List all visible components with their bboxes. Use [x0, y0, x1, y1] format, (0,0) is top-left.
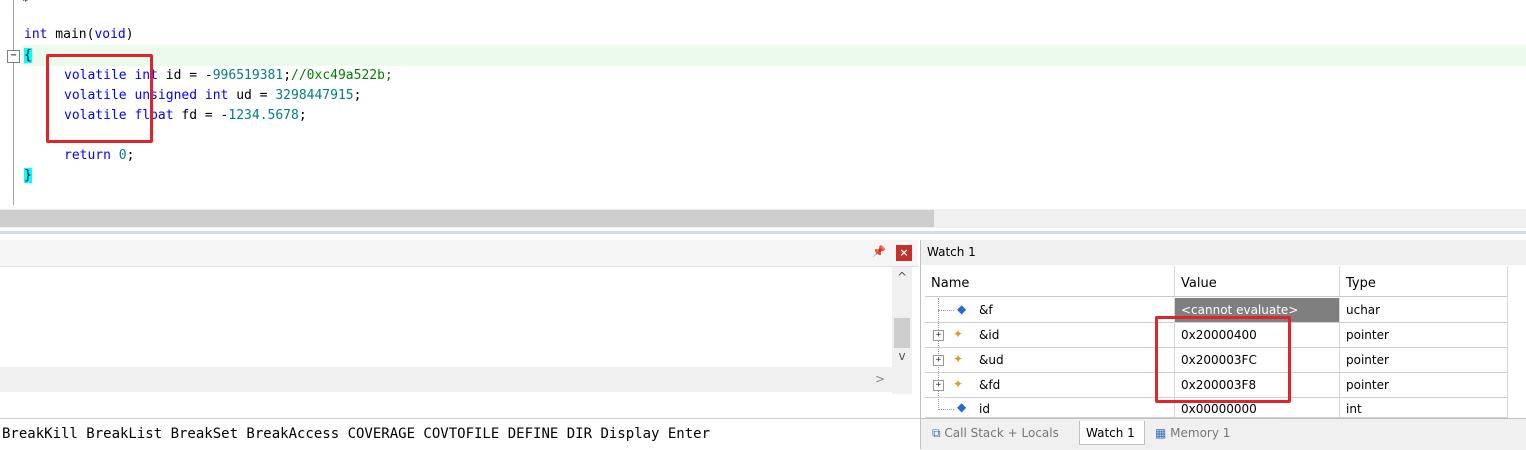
code-text: ;	[298, 108, 307, 123]
memory-icon: ▦	[1155, 426, 1171, 440]
watch-row-type: uchar	[1340, 298, 1508, 323]
code-text: id = -	[157, 68, 213, 83]
keyword: void	[94, 27, 126, 42]
number-literal: 996519381	[212, 68, 284, 83]
current-line-highlight	[22, 45, 1526, 66]
column-header-type[interactable]: Type	[1340, 266, 1508, 297]
code-text: ;	[126, 148, 135, 163]
matched-brace: {	[24, 48, 32, 63]
close-icon[interactable]: ×	[896, 245, 912, 261]
variable-icon: ◆	[957, 302, 967, 316]
keyword: return	[64, 148, 111, 163]
call-stack-icon: ⧉	[932, 426, 945, 440]
address-highlight-box	[1155, 316, 1291, 403]
editor-gutter-line	[13, 0, 14, 205]
watch-row-type: int	[1340, 398, 1508, 418]
matched-brace: }	[24, 168, 32, 183]
code-line-return[interactable]: return 0;	[64, 146, 134, 166]
column-header-value[interactable]: Value	[1175, 266, 1340, 297]
tab-watch-1[interactable]: Watch 1	[1079, 421, 1145, 445]
tab-call-stack-locals[interactable]: ⧉ Call Stack + Locals	[926, 421, 1076, 445]
keyword: int	[24, 27, 48, 42]
expand-icon[interactable]: +	[933, 355, 944, 366]
variable-icon: ◆	[957, 400, 967, 414]
code-text: )	[125, 27, 134, 42]
editor-scroll-thumb[interactable]	[0, 210, 934, 227]
expand-icon[interactable]: +	[933, 330, 944, 341]
scroll-down-icon[interactable]: v	[892, 347, 912, 365]
tab-label: Call Stack + Locals	[944, 426, 1059, 440]
watch-row-type: pointer	[1340, 373, 1508, 398]
tree-line	[938, 409, 954, 410]
command-horizontal-scrollbar[interactable]	[0, 367, 912, 392]
number-literal: 1234.5678	[228, 108, 299, 123]
expand-icon[interactable]: +	[933, 380, 944, 391]
code-text: ;	[353, 88, 362, 103]
comment: //0xc49a522b;	[291, 68, 393, 83]
code-line-open-brace[interactable]: {	[24, 46, 32, 66]
pointer-icon: ✦	[953, 377, 964, 391]
volatile-highlight-box	[46, 54, 153, 143]
watch-row-type: pointer	[1340, 323, 1508, 348]
code-line-close-brace[interactable]: }	[24, 166, 32, 186]
tab-label: Memory 1	[1170, 426, 1231, 440]
code-text: main(	[47, 27, 95, 42]
command-window-header	[0, 240, 918, 267]
code-line-main-signature[interactable]: int main(void)	[24, 25, 134, 45]
pointer-icon: ✦	[953, 327, 964, 341]
pin-icon[interactable]: 📌	[872, 245, 886, 259]
panel-splitter[interactable]	[0, 231, 1526, 234]
number-literal: 3298447915	[275, 88, 354, 103]
command-scroll-thumb[interactable]	[894, 318, 910, 348]
code-text: ud =	[228, 88, 276, 103]
column-header-name[interactable]: Name	[925, 266, 1175, 297]
number-literal: 0	[118, 148, 127, 163]
command-hint-bar: BreakKill BreakList BreakSet BreakAccess…	[0, 418, 920, 450]
pointer-icon: ✦	[953, 352, 964, 366]
previous-line-fragment: *	[22, 0, 29, 8]
fold-collapse-icon[interactable]: −	[7, 50, 20, 63]
scroll-right-icon[interactable]: >	[870, 369, 890, 389]
watch-row-type: pointer	[1340, 348, 1508, 373]
code-text: fd = -	[173, 108, 229, 123]
scroll-up-icon[interactable]: ^	[892, 268, 912, 286]
tree-line	[938, 310, 954, 311]
code-text: ;	[283, 68, 292, 83]
tab-memory-1[interactable]: ▦ Memory 1	[1149, 421, 1249, 445]
watch-window-title: Watch 1	[921, 240, 1526, 265]
